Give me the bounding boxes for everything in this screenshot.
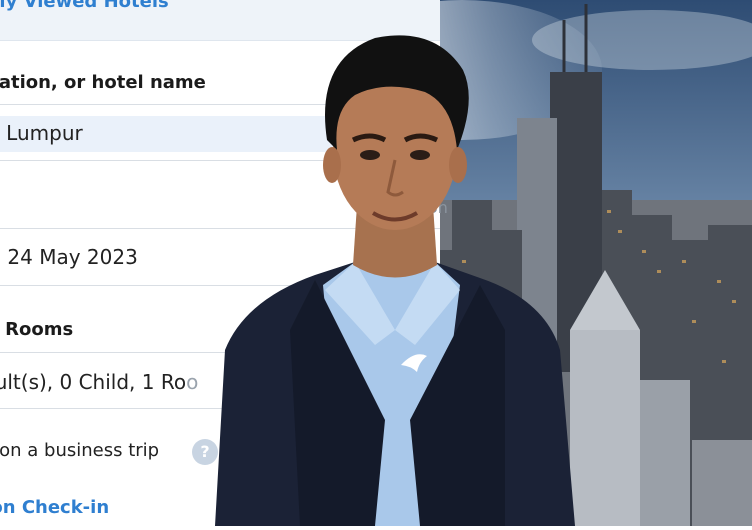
portrait-photo	[205, 0, 585, 526]
person-illustration	[215, 35, 575, 526]
business-trip-checkbox-label[interactable]: g on a business trip	[0, 440, 159, 461]
destination-label: nation, or hotel name	[0, 72, 206, 93]
guests-value: dult(s), 0 Child, 1 Ro	[0, 370, 187, 394]
tab-label: ntly Viewed Hotels	[0, 0, 169, 12]
check-in-date-field[interactable]: d, 24 May 2023	[0, 245, 138, 269]
destination-value: la Lumpur	[0, 121, 83, 145]
guests-value-faded: o	[186, 370, 199, 394]
check-in-link[interactable]: oon Check-in	[0, 497, 109, 518]
guests-rooms-field[interactable]: dult(s), 0 Child, 1 Roo	[0, 370, 198, 394]
guests-rooms-label: d Rooms	[0, 319, 74, 340]
